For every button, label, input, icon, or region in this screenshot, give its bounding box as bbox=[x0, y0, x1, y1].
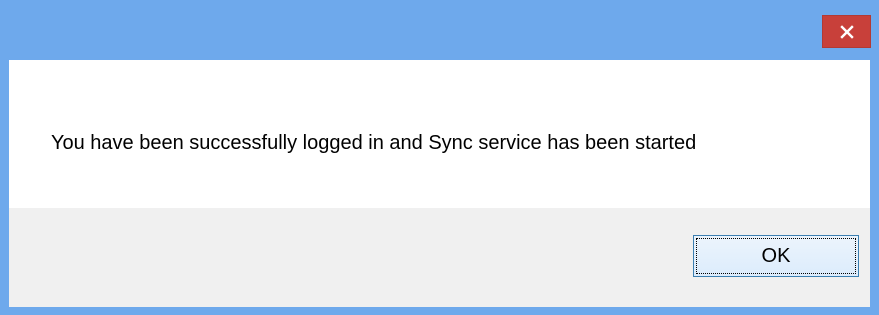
dialog-body: You have been successfully logged in and… bbox=[9, 60, 870, 307]
message-text: You have been successfully logged in and… bbox=[51, 132, 697, 154]
close-icon bbox=[839, 24, 854, 39]
ok-button-label: OK bbox=[696, 238, 856, 274]
button-area: OK bbox=[9, 208, 870, 307]
message-area: You have been successfully logged in and… bbox=[9, 60, 870, 208]
close-button[interactable] bbox=[822, 15, 871, 48]
title-bar[interactable] bbox=[0, 0, 879, 60]
ok-button[interactable]: OK bbox=[693, 235, 859, 277]
message-dialog: You have been successfully logged in and… bbox=[0, 0, 879, 315]
window-bottom-border bbox=[0, 307, 879, 315]
